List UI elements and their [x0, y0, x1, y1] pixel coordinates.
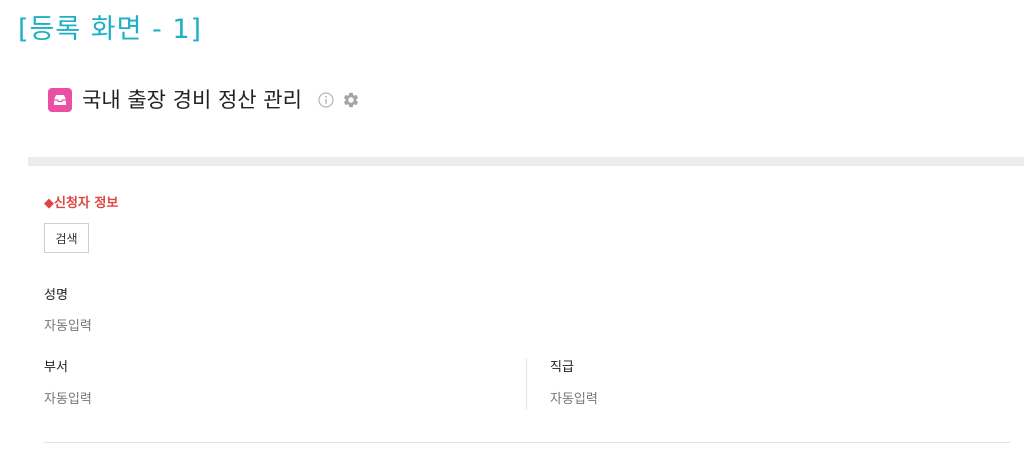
name-label: 성명: [44, 288, 68, 303]
page-heading: [등록 화면 - 1]: [18, 14, 203, 45]
inbox-tray-icon: [48, 88, 72, 112]
info-icon[interactable]: [318, 92, 334, 108]
column-divider: [526, 358, 527, 410]
department-label: 부서: [44, 360, 68, 375]
search-button[interactable]: 검색: [44, 223, 89, 253]
name-field[interactable]: 자동입력: [44, 317, 92, 337]
app-title: 국내 출장 경비 정산 관리: [82, 88, 302, 112]
position-field[interactable]: 자동입력: [550, 390, 598, 410]
app-title-bar: 국내 출장 경비 정산 관리: [48, 84, 360, 116]
form-bottom-divider: [44, 442, 1010, 443]
section-divider: [28, 157, 1024, 166]
gear-icon[interactable]: [342, 91, 360, 109]
position-label: 직급: [550, 360, 574, 375]
department-field[interactable]: 자동입력: [44, 390, 92, 410]
applicant-section-title: ◆신청자 정보: [44, 196, 119, 211]
